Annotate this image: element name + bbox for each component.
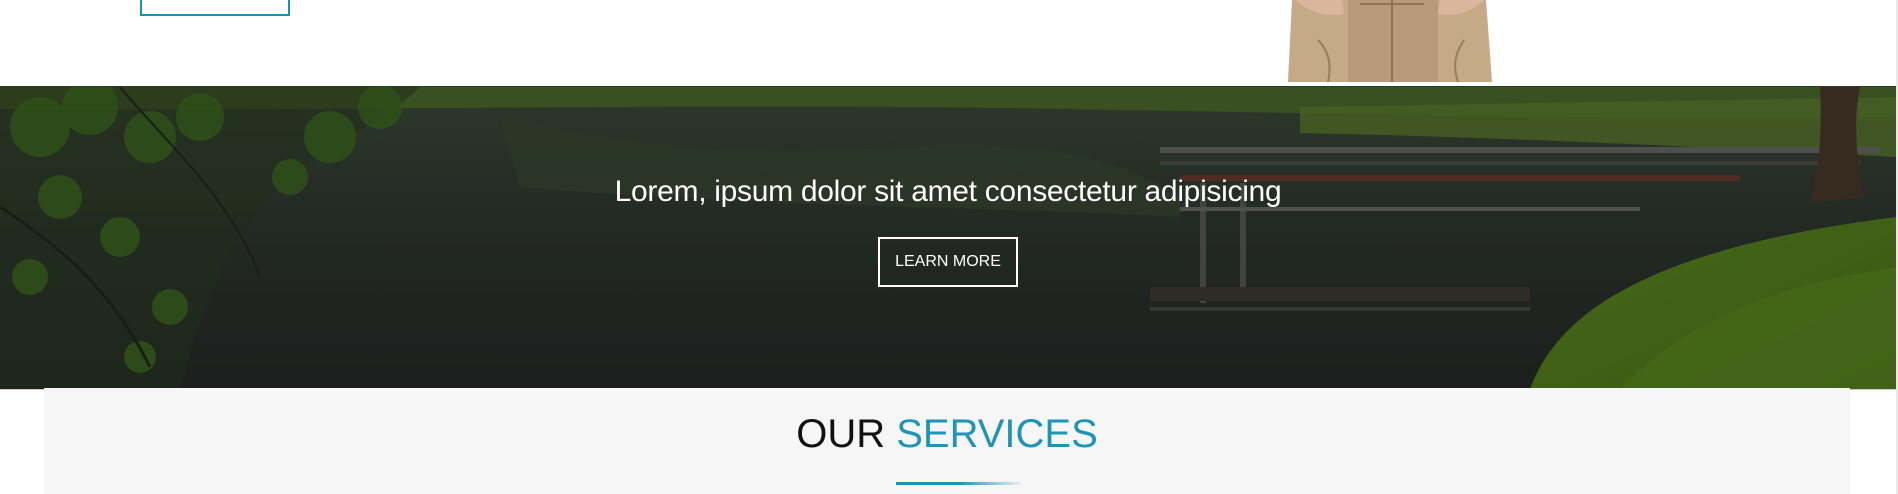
hero-bottom-area [0,0,1898,86]
services-title-underline [896,482,1022,485]
services-title: OUR SERVICES [44,412,1850,457]
services-section: OUR SERVICES [44,388,1850,494]
services-title-accent: SERVICES [896,412,1098,456]
learn-more-button[interactable]: LEARN MORE [878,237,1018,287]
services-title-main: OUR [796,412,886,456]
cta-banner: Lorem, ipsum dolor sit amet consectetur … [0,86,1896,390]
banner-heading: Lorem, ipsum dolor sit amet consectetur … [614,175,1282,208]
hero-outline-button[interactable] [140,0,290,16]
hero-person-image [1288,0,1500,82]
